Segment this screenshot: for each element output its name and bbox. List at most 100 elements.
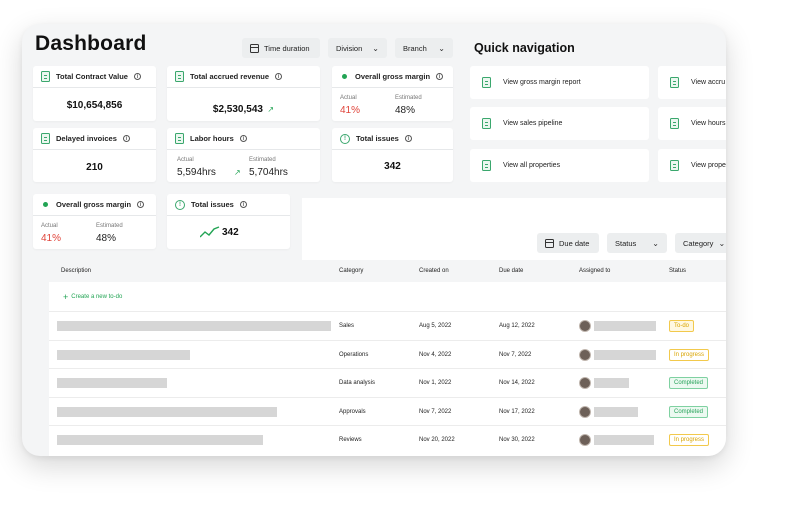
table-row[interactable]: Approvals Nov 7, 2022 Nov 17, 2022 Compl… [49,397,726,425]
avatar [579,434,591,446]
time-duration-label: Time duration [264,43,310,53]
row-created: Nov 4, 2022 [419,352,452,358]
kpi-value: 210 [86,162,103,173]
status-filter[interactable]: Status ⌄ [607,233,667,253]
quick-nav-label: View hours [691,120,726,127]
status-dot-icon [43,202,48,207]
quick-nav-all-properties[interactable]: View all properties [470,149,649,182]
report-icon [670,77,679,88]
info-icon[interactable]: i [239,135,247,142]
calendar-icon [545,238,554,248]
calendar-icon [250,43,259,53]
row-category: Data analysis [339,380,376,386]
quick-nav-properties[interactable]: View prope [658,149,726,182]
description-placeholder [57,350,190,360]
report-icon [670,118,679,129]
kpi-label: Labor hours [190,134,234,143]
actual-value: 5,594hrs [177,167,216,178]
time-duration-filter[interactable]: Time duration [242,38,320,58]
quick-nav-label: View accru [691,79,726,86]
estimated-label: Estimated [249,157,276,163]
info-icon[interactable]: i [133,73,141,80]
description-placeholder [57,435,263,445]
status-badge: In progress [669,434,710,446]
kpi-overall-gross-margin-2: Overall gross margin i Actual 41% Estima… [33,194,156,249]
actual-label: Actual [41,223,58,229]
document-icon [41,71,50,82]
invoice-icon [41,133,50,144]
category-filter[interactable]: Category ⌄ [675,233,726,253]
status-badge: Completed [669,377,709,389]
assignee-placeholder [594,350,656,360]
row-created: Nov 7, 2022 [419,409,452,415]
actual-value: 41% [41,233,62,244]
quick-nav-sales-pipeline[interactable]: View sales pipeline [470,107,649,140]
estimated-value: 48% [96,233,117,244]
kpi-total-issues: ! Total issues i 342 [332,128,453,182]
info-icon[interactable]: i [275,73,283,80]
worker-icon [175,133,184,144]
report-icon [670,160,679,171]
quick-nav-accrued[interactable]: View accru [658,66,726,99]
row-created: Nov 1, 2022 [419,380,452,386]
kpi-value: $2,530,543 [212,104,263,115]
quick-nav-gross-margin-report[interactable]: View gross margin report [470,66,649,99]
todo-table: Description Category Created on Due date… [49,260,726,456]
kpi-labor-hours: Labor hours i Actual 5,594hrs ↗ Estimate… [167,128,320,182]
assignee-placeholder [594,435,654,445]
trend-sparkline-icon [200,226,220,238]
avatar [579,349,591,361]
due-date-label: Due date [559,238,590,248]
create-todo-link[interactable]: + Create a new to-do [63,292,122,302]
info-icon[interactable]: i [122,135,130,142]
info-icon[interactable]: i [239,201,247,208]
trend-up-icon: ↗ [267,105,275,114]
chevron-down-icon: ⌄ [372,43,379,53]
kpi-value: $10,654,856 [66,100,123,111]
report-icon [482,160,491,171]
branch-filter[interactable]: Branch ⌄ [395,38,453,58]
table-row[interactable]: Operations Nov 4, 2022 Nov 7, 2022 In pr… [49,340,726,368]
estimated-label: Estimated [395,95,422,101]
kpi-value: 342 [222,227,239,238]
kpi-label: Total issues [356,134,399,143]
quick-nav-hours[interactable]: View hours [658,107,726,140]
description-placeholder [57,378,167,388]
status-badge: Completed [669,406,709,418]
row-due: Nov 14, 2022 [499,380,535,386]
header-created-on: Created on [419,268,449,274]
report-icon [482,77,491,88]
table-row[interactable]: Data analysis Nov 1, 2022 Nov 14, 2022 C… [49,368,726,396]
header-status: Status [669,268,687,274]
table-header: Description Category Created on Due date… [49,260,726,282]
quick-navigation-title: Quick navigation [474,41,575,55]
info-icon[interactable]: i [436,73,444,80]
info-icon[interactable]: i [404,135,412,142]
description-placeholder [57,321,331,331]
due-date-filter[interactable]: Due date [537,233,599,253]
table-row[interactable]: Sales Aug 5, 2022 Aug 12, 2022 To-do [49,311,726,339]
actual-label: Actual [177,157,194,163]
chevron-down-icon: ⌄ [652,238,659,248]
kpi-label: Overall gross margin [56,200,132,209]
row-due: Nov 30, 2022 [499,437,535,443]
alert-icon: ! [175,199,185,210]
header-due-date: Due date [499,268,524,274]
kpi-total-accrued-revenue: Total accrued revenue i $2,530,543 ↗ [167,66,320,121]
info-icon[interactable]: i [137,201,145,208]
assignee-placeholder [594,378,629,388]
actual-label: Actual [340,95,357,101]
assignee-placeholder [594,407,638,417]
table-row[interactable]: Reviews Nov 20, 2022 Nov 30, 2022 In pro… [49,425,726,453]
estimated-value: 5,704hrs [249,167,288,178]
quick-nav-label: View all properties [503,162,561,169]
assignee-placeholder [594,321,656,331]
division-filter[interactable]: Division ⌄ [328,38,387,58]
status-dot-icon [342,74,347,79]
category-label: Category [683,238,714,248]
row-due: Aug 12, 2022 [499,323,535,329]
header-category: Category [339,268,364,274]
header-description: Description [61,268,92,274]
row-due: Nov 7, 2022 [499,352,532,358]
page-title: Dashboard [35,32,147,55]
